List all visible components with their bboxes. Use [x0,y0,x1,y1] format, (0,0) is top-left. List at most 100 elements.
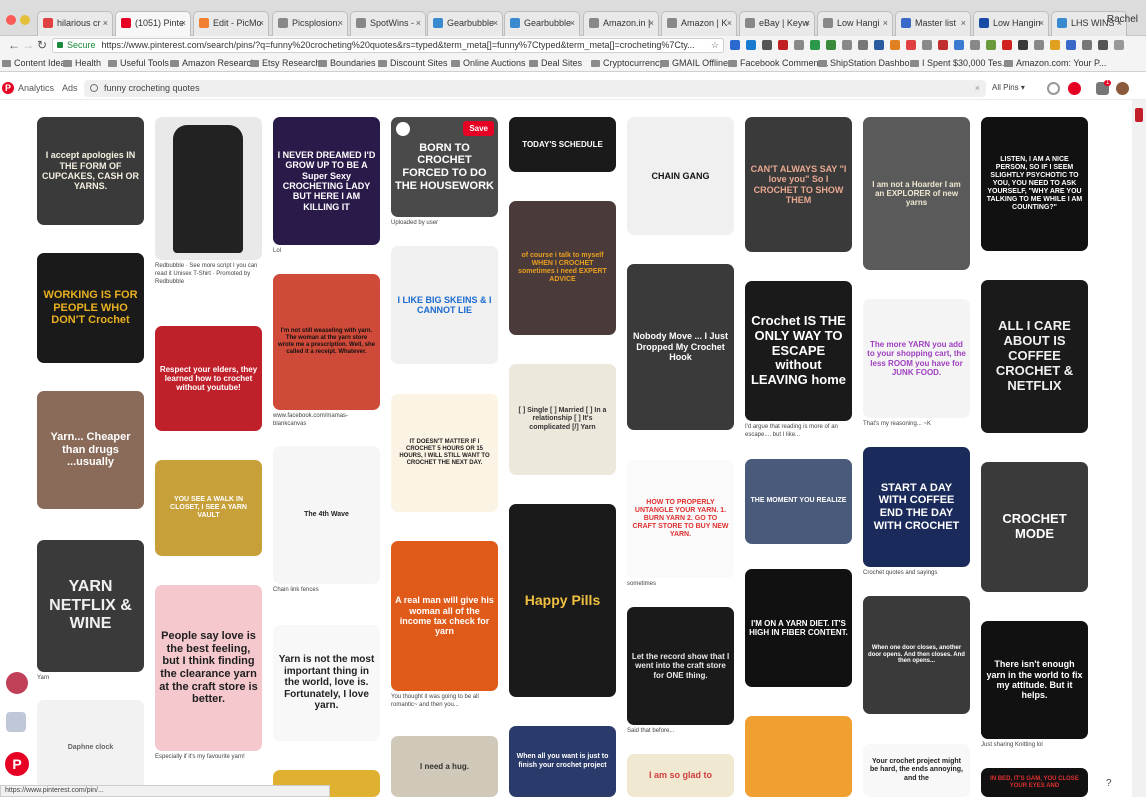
pin-card[interactable]: I accept apologies IN THE FORM OF CUPCAK… [37,117,144,225]
pin-card[interactable]: I am not a Hoarder I am an EXPLORER of n… [863,117,970,270]
pinterest-logo-icon[interactable]: P [5,752,29,776]
pin-card[interactable]: of course i talk to myself WHEN I CROCHE… [509,201,616,335]
pin-caption[interactable]: Crochet quotes and sayings [863,569,970,591]
thumbnail-icon[interactable] [6,712,26,732]
pin-caption[interactable]: You thought it was going to be all roman… [391,693,498,715]
t-shirt-image [173,125,243,253]
pin-column: I am not a Hoarder I am an EXPLORER of n… [863,0,970,797]
pin-image-text: BORN TO CROCHET FORCED TO DO THE HOUSEWO… [395,141,494,192]
pin-card[interactable]: Your crochet project might be hard, the … [863,744,970,797]
pin-card[interactable]: When all you want is just to finish your… [509,726,616,797]
pin-image-text: Yarn is not the most important thing in … [278,654,375,712]
pin-image-text: Crochet IS THE ONLY WAY TO ESCAPE withou… [750,312,847,388]
pin-card[interactable]: WORKING IS FOR PEOPLE WHO DON'T Crochet [37,253,144,363]
pin-card[interactable]: I NEVER DREAMED I'D GROW UP TO BE A Supe… [273,117,380,245]
pin-card[interactable] [745,716,852,797]
pin-card[interactable]: Crochet IS THE ONLY WAY TO ESCAPE withou… [745,281,852,421]
scrollbar[interactable] [1132,100,1146,797]
pin-card[interactable]: THE MOMENT YOU REALIZE [745,459,852,544]
pin-card[interactable]: CHAIN GANG [627,117,734,235]
pin-image-text: LISTEN, I AM A NICE PERSON, SO IF I SEEM… [986,155,1083,212]
pin-card[interactable]: People say love is the best feeling, but… [155,585,262,751]
pin-card[interactable]: A real man will give his woman all of th… [391,541,498,691]
back-icon[interactable]: ← [8,38,20,52]
close-window-icon[interactable] [6,15,16,25]
pin-caption[interactable]: Redbubble · See more script I you can re… [155,262,262,284]
pin-card[interactable]: TODAY'S SCHEDULE [509,117,616,172]
visit-icon[interactable] [396,122,410,136]
pin-caption[interactable]: Lol [273,247,380,269]
pin-card[interactable]: IT DOESN'T MATTER IF I CROCHET 5 HOURS O… [391,394,498,512]
pin-card[interactable]: Yarn is not the most important thing in … [273,625,380,741]
pin-card[interactable]: [ ] Single [ ] Married [ ] In a relation… [509,364,616,475]
pinterest-logo-icon[interactable]: P [2,82,14,94]
pin-card[interactable]: CROCHET MODE [981,462,1088,592]
avatar[interactable] [6,672,28,694]
pin-image-text: Yarn... Cheaper than drugs ...usually [50,431,131,469]
pin-card[interactable]: Happy Pills [509,504,616,697]
pin-caption[interactable]: I'd argue that reading is more of an esc… [745,423,852,445]
pin-card[interactable]: LISTEN, I AM A NICE PERSON, SO IF I SEEM… [981,117,1088,251]
pin-column: CAN'T ALWAYS SAY "I love you" So I CROCH… [745,0,852,797]
pin-image-text: IT DOESN'T MATTER IF I CROCHET 5 HOURS O… [399,439,490,466]
scroll-thumb[interactable] [1135,108,1143,122]
pin-card[interactable]: IN BED, IT'S GAM, YOU CLOSE YOUR EYES AN… [981,768,1088,797]
extension-icon[interactable] [970,40,980,50]
pin-image-text: TODAY'S SCHEDULE [522,139,603,149]
extension-icon[interactable] [1098,40,1108,50]
pin-caption[interactable]: www.facebook.com/mamas-blankcanvas [273,412,380,434]
pin-card[interactable]: START A DAY WITH COFFEE END THE DAY WITH… [863,447,970,567]
pin-card[interactable]: Let the record show that I went into the… [627,607,734,725]
menu-icon[interactable] [1114,40,1124,50]
forward-icon[interactable]: → [22,38,34,52]
notification-badge: 1 [1104,80,1112,86]
pin-card[interactable]: Nobody Move ... I Just Dropped My Croche… [627,264,734,430]
pin-image-text: CHAIN GANG [651,170,710,181]
profile-name[interactable]: Rachel [1107,14,1138,25]
minimize-window-icon[interactable] [20,15,30,25]
avatar[interactable] [1116,82,1129,95]
pin-card[interactable] [155,117,262,260]
pin-card[interactable]: HOW TO PROPERLY UNTANGLE YOUR YARN. 1. B… [627,460,734,578]
pin-image-text: [ ] Single [ ] Married [ ] In a relation… [518,407,607,431]
pin-card[interactable]: I need a hug. [391,736,498,797]
pin-card[interactable]: I'M ON A YARN DIET. IT'S HIGH IN FIBER C… [745,569,852,687]
pin-column: BORN TO CROCHET FORCED TO DO THE HOUSEWO… [391,0,498,797]
pin-card[interactable]: Daphne clock [37,700,144,797]
pin-card[interactable]: There isn't enough yarn in the world to … [981,621,1088,739]
pin-card[interactable]: I am so glad to [627,754,734,797]
pin-card[interactable]: When one door closes, another door opens… [863,596,970,714]
pin-caption[interactable]: Especially if it's my favourite yarn! [155,753,262,775]
pin-card[interactable]: The 4th Wave [273,446,380,584]
pin-image-text: I'M ON A YARN DIET. IT'S HIGH IN FIBER C… [749,618,848,637]
help-button[interactable]: ? [1106,778,1112,789]
pin-image-text: ALL I CARE ABOUT IS COFFEE CROCHET & NET… [995,318,1074,393]
pin-card[interactable]: CAN'T ALWAYS SAY "I love you" So I CROCH… [745,117,852,252]
pin-image-text: START A DAY WITH COFFEE END THE DAY WITH… [873,481,960,532]
pin-card[interactable]: YOU SEE A WALK IN CLOSET, I SEE A YARN V… [155,460,262,556]
save-button[interactable]: Save [463,121,494,137]
pin-image-text: CROCHET MODE [1002,511,1067,541]
pin-card[interactable]: BORN TO CROCHET FORCED TO DO THE HOUSEWO… [391,117,498,217]
pin-card[interactable]: I LIKE BIG SKEINS & I CANNOT LIE [391,246,498,364]
left-floating-bar: P [0,660,30,797]
pin-caption[interactable]: Chain link fences [273,586,380,608]
pin-card[interactable]: The more YARN you add to your shopping c… [863,299,970,418]
pin-card[interactable]: Yarn... Cheaper than drugs ...usually [37,391,144,509]
address-bar[interactable]: Secure https://www.pinterest.com/search/p… [52,38,724,53]
pin-caption[interactable]: Uploaded by user [391,219,498,241]
pin-image-text: A real man will give his woman all of th… [395,595,494,637]
clear-search-icon[interactable]: × [975,80,980,97]
pin-image-text: Your crochet project might be hard, the … [870,758,963,782]
pin-image-text: WORKING IS FOR PEOPLE WHO DON'T Crochet [43,289,138,327]
pin-card[interactable]: YARN NETFLIX & WINE [37,540,144,672]
pin-caption[interactable]: sometimes [627,580,734,602]
pin-caption[interactable]: Just sharing Knitting lol [981,741,1088,763]
pin-caption[interactable]: Yarn [37,674,144,696]
pin-image-text: The more YARN you add to your shopping c… [867,340,966,377]
pin-card[interactable]: Respect your elders, they learned how to… [155,326,262,431]
pin-card[interactable]: ALL I CARE ABOUT IS COFFEE CROCHET & NET… [981,280,1088,433]
pin-caption[interactable]: Said that before... [627,727,734,749]
pin-card[interactable]: I'm not still weaseling with yarn. The w… [273,274,380,410]
pin-caption[interactable]: That's my reasoning... ~K [863,420,970,442]
